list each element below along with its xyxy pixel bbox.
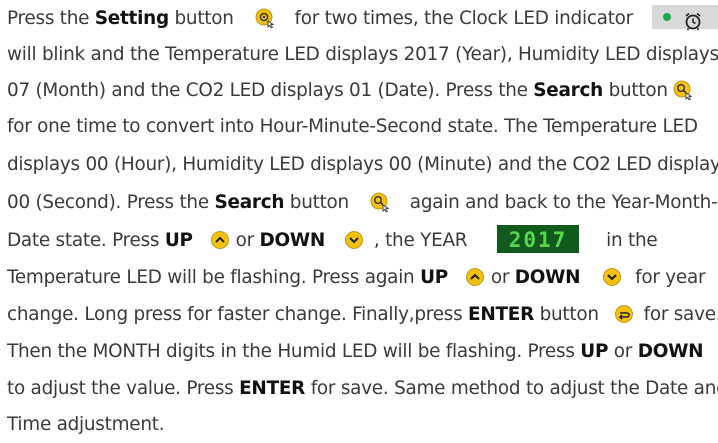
text-line-2: will blink and the Temperature LED displ… (7, 36, 718, 73)
up-keyword: UP (580, 341, 609, 362)
search-button-icon (673, 80, 693, 100)
text-segment: change. Long press for faster change. Fi… (7, 304, 469, 325)
text-line-1: Press the Setting button for two times, … (7, 0, 718, 37)
text-segment: will blink and the Temperature LED displ… (7, 44, 718, 65)
down-keyword: DOWN (514, 267, 581, 288)
text-segment: Then the MONTH digits in the Humid LED w… (7, 341, 581, 362)
enter-keyword: ENTER (468, 304, 534, 325)
text-segment: to adjust the value. Press (7, 378, 240, 399)
search-keyword: Search (214, 192, 285, 213)
down-arrow-button-icon (344, 230, 364, 250)
enter-button-icon (614, 304, 634, 324)
up-arrow-button-icon (210, 230, 230, 250)
clock-led-indicator (652, 5, 718, 31)
text-line-9: change. Long press for faster change. Fi… (7, 296, 718, 333)
text-line-6: 00 (Second). Press the Search button aga… (7, 184, 718, 221)
text-segment: , the YEAR (373, 230, 468, 251)
text-segment: or (235, 230, 260, 251)
instruction-paragraph: Press the Setting button for two times, … (0, 0, 718, 441)
lcd-year-display: 2017 (496, 225, 579, 253)
text-line-7: Date state. Press UP or DOWN , the YEAR … (7, 222, 718, 259)
text-segment: for two times, the Clock LED indicator (294, 8, 634, 29)
text-line-3: 07 (Month) and the CO2 LED displays 01 (… (7, 72, 718, 109)
text-segment: Date state. Press (7, 230, 165, 251)
text-line-11: to adjust the value. Press ENTER for sav… (7, 370, 718, 407)
lcd-year-digits: 2017 (508, 228, 567, 252)
text-segment: button (284, 192, 349, 213)
text-segment: Time adjustment. (7, 414, 165, 435)
setting-keyword: Setting (94, 8, 169, 29)
text-segment: for one time to convert into Hour-Minute… (7, 116, 698, 137)
text-segment: button (603, 80, 668, 101)
up-keyword: UP (164, 230, 193, 251)
text-line-10: Then the MONTH digits in the Humid LED w… (7, 333, 718, 370)
text-segment: or (490, 267, 515, 288)
green-led-icon (663, 13, 672, 21)
up-keyword: UP (420, 267, 448, 288)
text-segment: for save. (643, 304, 718, 325)
down-keyword: DOWN (637, 341, 704, 362)
text-segment: 07 (Month) and the CO2 LED displays 01 (… (7, 80, 534, 101)
text-segment: Press the (7, 8, 95, 29)
text-segment: in the (606, 230, 658, 251)
down-keyword: DOWN (259, 230, 326, 251)
text-segment: button (534, 304, 599, 325)
search-keyword: Search (533, 80, 603, 101)
search-button-icon (370, 192, 390, 212)
down-arrow-button-icon (602, 267, 622, 287)
text-segment: for save. Same method to adjust the Date… (305, 378, 718, 399)
text-segment: for year (635, 267, 706, 288)
text-segment: displays 00 (Hour), Humidity LED display… (7, 154, 718, 175)
text-line-8: Temperature LED will be flashing. Press … (7, 259, 718, 296)
alarm-clock-icon (683, 7, 703, 31)
text-line-12: Time adjustment. (7, 406, 718, 443)
text-line-4: for one time to convert into Hour-Minute… (7, 108, 718, 145)
setting-button-icon (255, 8, 275, 28)
up-arrow-button-icon (465, 267, 485, 287)
text-segment: button (168, 8, 234, 29)
text-segment: or (608, 341, 638, 362)
text-segment: Temperature LED will be flashing. Press … (7, 267, 421, 288)
enter-keyword: ENTER (239, 378, 306, 399)
text-line-5: displays 00 (Hour), Humidity LED display… (7, 146, 718, 183)
text-segment: 00 (Second). Press the (7, 192, 215, 213)
text-segment: again and back to the Year-Month- (409, 192, 718, 213)
